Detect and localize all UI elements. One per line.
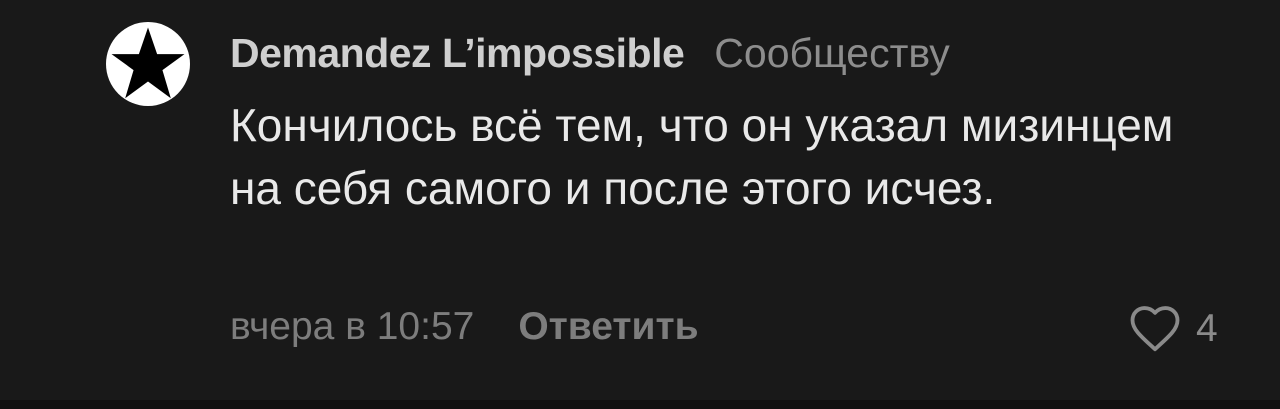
heart-outline-icon	[1130, 306, 1180, 352]
comment-item: Demandez L’impossible Сообществу Кончило…	[0, 0, 1280, 400]
author-name[interactable]: Demandez L’impossible	[230, 30, 685, 77]
reply-button[interactable]: Ответить	[518, 305, 698, 349]
reply-to-target[interactable]: Сообществу	[714, 30, 949, 77]
comment-footer: вчера в 10:57 Ответить	[230, 305, 699, 349]
star-icon	[111, 27, 185, 99]
comment-timestamp: вчера в 10:57	[230, 305, 475, 348]
like-count: 4	[1196, 307, 1218, 350]
comment-text: Кончилось всё тем, что он указал мизинце…	[230, 99, 1174, 214]
comment-header: Demandez L’impossible Сообществу	[230, 30, 950, 77]
divider	[0, 400, 1280, 409]
like-button[interactable]: 4	[1128, 305, 1218, 353]
avatar[interactable]	[106, 22, 190, 106]
